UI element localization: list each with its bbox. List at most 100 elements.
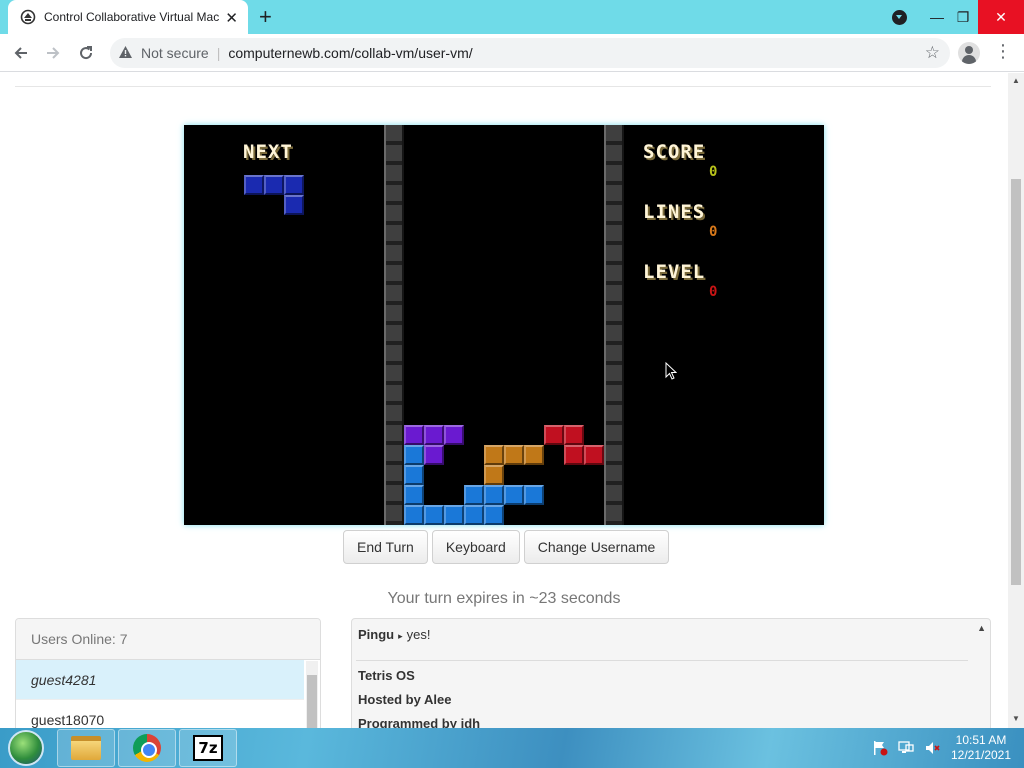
page-scroll-thumb[interactable]: [1011, 179, 1021, 585]
chat-info-line: Tetris OS: [358, 668, 415, 683]
lines-value: 0: [709, 224, 718, 240]
stack-block: [404, 465, 424, 485]
system-tray: [872, 740, 940, 756]
arrow-left-icon: [14, 47, 27, 59]
taskbar: 7z 10:51 AM 12/21/2021: [0, 728, 1024, 768]
forward-button[interactable]: [40, 40, 66, 66]
restore-icon[interactable]: ❐: [948, 0, 978, 34]
reload-icon: [80, 46, 93, 60]
tab-close-icon[interactable]: ✕: [225, 9, 238, 27]
address-bar[interactable]: Not secure | computernewb.com/collab-vm/…: [110, 38, 950, 68]
vm-display[interactable]: NEXT SCORE 0 LINES 0 LEVEL 0: [184, 125, 824, 525]
vm-controls: End Turn Keyboard Change Username: [343, 530, 670, 564]
system-clock[interactable]: 10:51 AM 12/21/2021: [944, 733, 1018, 763]
kebab-menu-icon[interactable]: ⋮: [994, 41, 1012, 62]
chat-message: Pingu ▸ yes!: [358, 627, 430, 642]
user-item[interactable]: guest18070: [16, 700, 304, 728]
7zip-icon[interactable]: 7z: [179, 729, 237, 767]
volume-muted-icon[interactable]: [924, 740, 940, 756]
back-button[interactable]: [8, 40, 34, 66]
stack-block: [504, 445, 524, 465]
stack-block: [524, 445, 544, 465]
start-button[interactable]: [8, 730, 44, 766]
user-item[interactable]: guest4281: [16, 660, 304, 700]
chat-arrow-icon: ▸: [398, 631, 403, 641]
next-piece-block: [244, 175, 264, 195]
warning-icon[interactable]: [118, 45, 133, 62]
next-piece-block: [264, 175, 284, 195]
stack-block: [564, 425, 584, 445]
page-scrollbar[interactable]: ▲ ▼: [1008, 73, 1024, 728]
stack-block: [464, 485, 484, 505]
stack-block: [524, 485, 544, 505]
7zip-label: 7z: [193, 735, 223, 761]
chrome-icon[interactable]: [118, 729, 176, 767]
clock-time: 10:51 AM: [955, 733, 1007, 747]
scroll-down-icon[interactable]: ▼: [1012, 714, 1020, 723]
stack-block: [444, 425, 464, 445]
playfield-left-wall: [384, 125, 404, 525]
stack-block: [404, 445, 424, 465]
action-center-flag-icon[interactable]: [872, 740, 888, 756]
security-label[interactable]: Not secure: [141, 45, 209, 61]
tab-strip: Control Collaborative Virtual Machine ✕ …: [0, 0, 1024, 34]
stack-block: [584, 445, 604, 465]
playfield-right-wall: [604, 125, 624, 525]
chat-username[interactable]: Pingu: [358, 627, 394, 642]
page-content: NEXT SCORE 0 LINES 0 LEVEL 0 End Turn Ke…: [0, 73, 1008, 728]
end-turn-button[interactable]: End Turn: [343, 530, 428, 564]
reload-button[interactable]: [73, 40, 99, 66]
stack-block: [404, 485, 424, 505]
new-tab-icon[interactable]: +: [259, 4, 272, 30]
profile-avatar-icon[interactable]: [958, 42, 980, 64]
mouse-cursor-icon: [665, 362, 677, 380]
turn-status: Your turn expires in ~23 seconds: [387, 590, 621, 607]
chat-scroll-up-icon[interactable]: ▲: [977, 623, 986, 633]
next-piece-block: [284, 195, 304, 215]
stack-block: [484, 465, 504, 485]
users-online-header: Users Online: 7: [16, 619, 320, 660]
stack-block: [464, 505, 484, 525]
clock-date: 12/21/2021: [950, 748, 1012, 762]
stack-block: [404, 425, 424, 445]
lines-label: LINES: [643, 201, 706, 223]
score-label: SCORE: [643, 141, 706, 163]
stack-block: [444, 505, 464, 525]
arrow-right-icon: [47, 47, 60, 59]
divider: [15, 86, 991, 87]
users-scroll-thumb[interactable]: [307, 675, 317, 728]
score-value: 0: [709, 164, 718, 180]
next-piece-block: [284, 175, 304, 195]
browser-toolbar: Not secure | computernewb.com/collab-vm/…: [0, 34, 1024, 72]
change-username-button[interactable]: Change Username: [523, 530, 670, 564]
stack-block: [504, 485, 524, 505]
address-separator: |: [216, 45, 221, 61]
stack-block: [484, 505, 504, 525]
chat-info-line: Programmed by jdh: [358, 716, 481, 728]
browser-tab[interactable]: Control Collaborative Virtual Machine ✕: [8, 0, 248, 34]
users-scrollbar[interactable]: [306, 661, 318, 728]
close-window-icon[interactable]: ✕: [978, 0, 1024, 34]
url-text[interactable]: computernewb.com/collab-vm/user-vm/: [228, 45, 472, 61]
scroll-up-icon[interactable]: ▲: [1012, 76, 1020, 85]
next-label: NEXT: [243, 141, 293, 163]
tab-title: Control Collaborative Virtual Machine: [44, 10, 220, 24]
network-icon[interactable]: [898, 740, 914, 756]
stack-block: [564, 445, 584, 465]
stack-block: [544, 425, 564, 445]
stack-block: [404, 505, 424, 525]
stack-block: [424, 425, 444, 445]
level-value: 0: [709, 284, 718, 300]
file-explorer-icon[interactable]: [57, 729, 115, 767]
keyboard-button[interactable]: Keyboard: [431, 530, 520, 564]
stack-block: [484, 445, 504, 465]
stack-block: [424, 445, 444, 465]
stack-block: [424, 505, 444, 525]
star-icon[interactable]: ☆: [925, 43, 940, 63]
chat-divider: [356, 660, 968, 661]
tab-search-icon[interactable]: [888, 0, 910, 34]
chat-info-line: Hosted by Alee: [358, 692, 452, 707]
chat-panel: Pingu ▸ yes! Tetris OS Hosted by Alee Prog…: [351, 618, 991, 728]
chat-text: yes!: [406, 627, 431, 642]
collabvm-favicon-icon: [20, 9, 36, 25]
